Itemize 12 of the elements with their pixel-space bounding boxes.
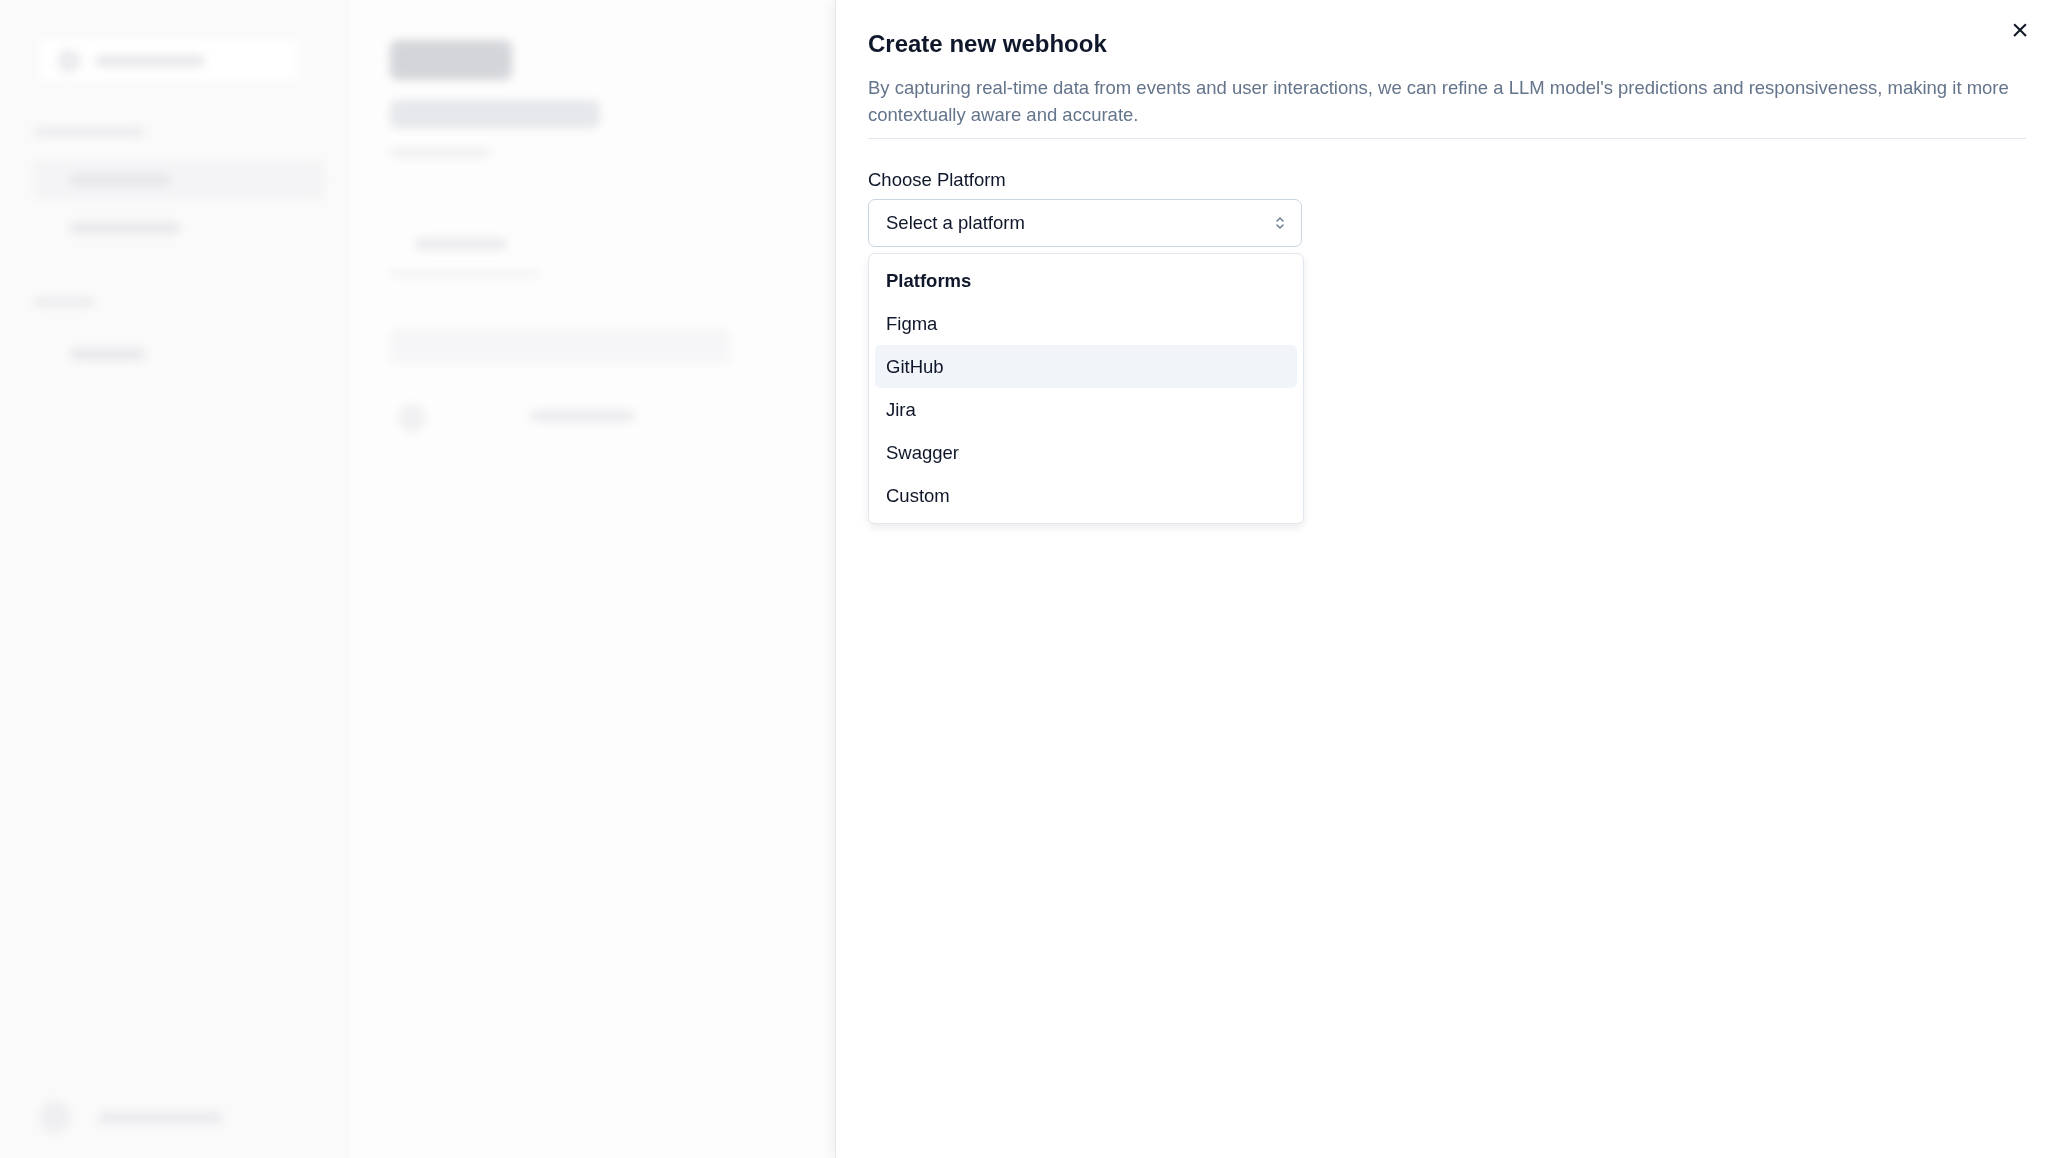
field-label: Choose Platform [868,169,1006,191]
close-button[interactable]: × [2004,14,2036,46]
menu-option[interactable]: Custom [875,474,1297,517]
menu-option[interactable]: Jira [875,388,1297,431]
menu-group-label: Platforms [885,269,973,293]
chevron-up-down-icon [1275,215,1285,231]
menu-option[interactable]: Swagger [875,431,1297,474]
menu-option[interactable]: GitHub [875,345,1297,388]
menu-option[interactable]: Figma [875,302,1297,345]
sheet-description: By capturing real-time data from events and user interactions, we can refine a LLM model's predictions and responsiveness, making it more contextually aware and accurate. [868,76,2010,127]
platform-select[interactable]: Select a platform [868,199,1302,247]
sheet-title: Create new webhook [868,30,1108,58]
